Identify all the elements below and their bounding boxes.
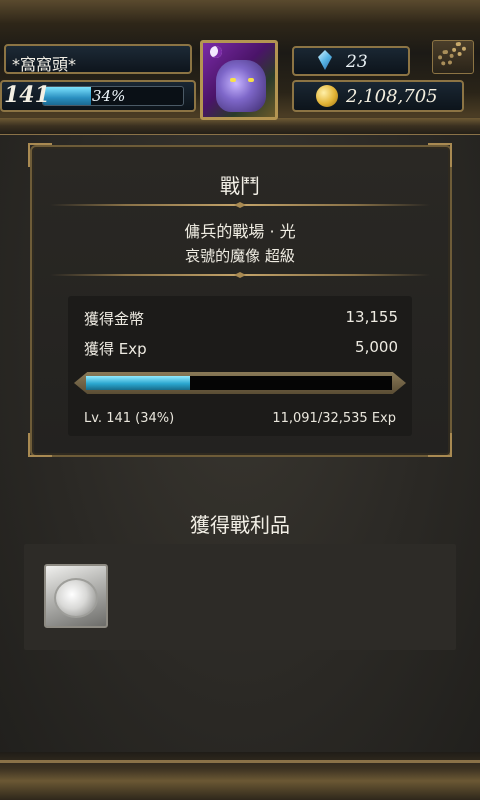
level-progress-fill <box>43 87 91 105</box>
gold-earned-value: 13,155 <box>345 308 399 326</box>
silver-coin-card-icon <box>54 578 98 618</box>
panel-corner <box>428 433 452 457</box>
gear-icon <box>438 50 454 66</box>
avatar-character <box>216 60 266 112</box>
panel-corner <box>28 143 52 167</box>
player-level: 141 <box>4 82 50 108</box>
exp-earned-value: 5,000 <box>355 338 398 356</box>
stage-name: 傭兵的戰場 · 光 <box>184 222 296 241</box>
player-name: *窩窩頭* <box>12 55 77 74</box>
stage-difficulty: 哀號的魔像 超級 <box>185 247 295 265</box>
gold-earned-label: 獲得金幣 <box>84 310 145 328</box>
level-percent: 34% <box>92 87 126 105</box>
avatar-eye <box>230 78 236 82</box>
exp-progress-fill <box>86 376 191 390</box>
exp-progress-bar <box>86 376 392 390</box>
panel-corner <box>428 143 452 167</box>
avatar-eye <box>248 78 254 82</box>
loot-title: 獲得戰利品 <box>190 513 290 537</box>
gem-count: 23 <box>346 52 368 72</box>
level-summary: Lv. 141 (34%) <box>84 411 175 426</box>
gear-icon-small <box>452 42 466 56</box>
moon-icon <box>210 46 222 58</box>
gold-count: 2,108,705 <box>346 86 438 107</box>
bottom-ornament-line <box>0 760 480 763</box>
exp-summary: 11,091/32,535 Exp <box>272 411 396 426</box>
battle-title: 戰鬥 <box>220 174 260 198</box>
gold-coin-icon <box>316 85 338 107</box>
panel-corner <box>28 433 52 457</box>
exp-earned-label: 獲得 Exp <box>84 340 147 358</box>
hud-ornament <box>0 118 480 135</box>
